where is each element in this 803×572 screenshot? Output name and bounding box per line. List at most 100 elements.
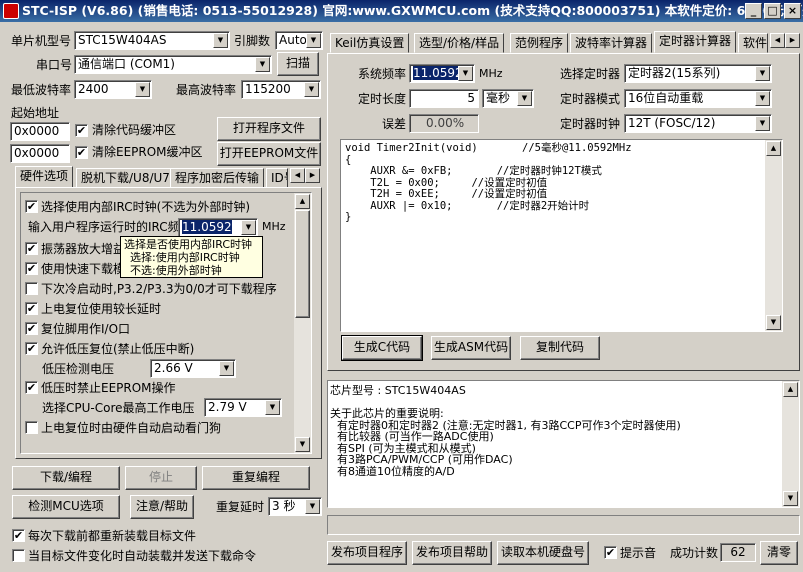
- mcu-type-select[interactable]: STC15W404AS ▼: [74, 31, 230, 50]
- irc-freq-unit: MHz: [262, 220, 286, 233]
- sys-freq-select[interactable]: 11.0592 ▼: [409, 64, 475, 83]
- download-button[interactable]: 下载/编程: [12, 466, 120, 490]
- success-count-label: 成功计数: [670, 546, 719, 560]
- select-timer-select[interactable]: 定时器2(15系列) ▼: [624, 64, 772, 83]
- tab-keil-settings[interactable]: Keil仿真设置: [330, 33, 410, 53]
- cpu-core-select[interactable]: 2.79 V ▼: [204, 398, 282, 417]
- tab-selection-price[interactable]: 选型/价格/样品: [414, 33, 505, 53]
- long-delay-checkbox[interactable]: ✔: [25, 302, 38, 315]
- chevron-down-icon: ▼: [305, 499, 320, 514]
- chevron-down-icon: ▼: [304, 82, 319, 97]
- pin-count-label: 引脚数: [234, 34, 271, 48]
- tab-id[interactable]: ID号: [266, 168, 288, 188]
- tooltip-line-3: 不选:使用外部时钟: [130, 264, 222, 277]
- port-select[interactable]: 通信端口 (COM1) ▼: [74, 55, 272, 74]
- scroll-thumb[interactable]: [295, 210, 310, 318]
- tab-examples[interactable]: 范例程序: [510, 33, 569, 53]
- right-tab-scroll-right-icon[interactable]: ▶: [785, 33, 800, 48]
- repeat-delay-select[interactable]: 3 秒 ▼: [268, 497, 322, 516]
- amp-gain-checkbox[interactable]: ✔: [25, 242, 38, 255]
- start-addr-label: 起始地址: [11, 106, 60, 120]
- scroll-down-icon[interactable]: ▼: [295, 437, 310, 452]
- select-timer-value: 定时器2(15系列): [628, 66, 721, 80]
- watchdog-label: 上电复位时由硬件自动启动看门狗: [41, 421, 222, 435]
- detect-mcu-button[interactable]: 检测MCU选项: [12, 495, 120, 519]
- tab-timer-calculator[interactable]: 定时器计算器: [654, 31, 737, 53]
- irc-freq-select[interactable]: 11.0592 ▼: [178, 218, 258, 237]
- clear-count-button[interactable]: 清零: [760, 541, 798, 565]
- sys-freq-unit: MHz: [479, 67, 503, 80]
- tab-offline-download[interactable]: 脱机下载/U8/U7: [76, 168, 175, 188]
- chevron-down-icon: ▼: [213, 33, 228, 48]
- eeprom-addr-input[interactable]: 0x0000: [10, 144, 70, 163]
- read-disk-button[interactable]: 读取本机硬盘号: [497, 541, 589, 565]
- copy-code-button[interactable]: 复制代码: [520, 336, 600, 360]
- min-baud-select[interactable]: 2400 ▼: [74, 80, 152, 99]
- maximize-button[interactable]: □: [764, 3, 781, 19]
- tab-hardware-options[interactable]: 硬件选项: [15, 166, 74, 188]
- info-scroll-down-icon[interactable]: ▼: [783, 491, 798, 506]
- tab-scroll-left-icon[interactable]: ◀: [290, 168, 305, 183]
- irc-tooltip: 选择是否使用内部IRC时钟 选择:使用内部IRC时钟 不选:使用外部时钟: [120, 236, 263, 278]
- cold-boot-checkbox[interactable]: [25, 282, 38, 295]
- code-scroll-down-icon[interactable]: ▼: [766, 315, 781, 330]
- clear-eeprom-checkbox[interactable]: ✔: [75, 146, 88, 159]
- cold-boot-label: 下次冷启动时,P3.2/P3.3为0/0才可下载程序: [41, 282, 277, 296]
- right-tab-scroll-left-icon[interactable]: ◀: [770, 33, 785, 48]
- use-irc-checkbox[interactable]: ✔: [25, 200, 38, 213]
- reload-checkbox[interactable]: ✔: [12, 529, 25, 542]
- auto-reload-label: 当目标文件变化时自动装载并发送下载命令: [28, 549, 257, 563]
- clear-code-checkbox[interactable]: ✔: [75, 124, 88, 137]
- mcu-type-label: 单片机型号: [11, 34, 72, 48]
- auto-reload-checkbox[interactable]: [12, 549, 25, 562]
- scan-button[interactable]: 扫描: [277, 52, 319, 76]
- generate-asm-button[interactable]: 生成ASM代码: [431, 336, 511, 360]
- code-scrollbar[interactable]: [765, 140, 782, 331]
- code-output[interactable]: void Timer2Init(void) //5毫秒@11.0592MHz {…: [340, 139, 783, 332]
- timer-clock-value: 12T (FOSC/12): [628, 116, 716, 130]
- tab-encrypted-transfer[interactable]: 程序加密后传输: [170, 168, 265, 188]
- info-scroll-up-icon[interactable]: ▲: [783, 382, 798, 397]
- low-volt-detect-select[interactable]: 2.66 V ▼: [150, 359, 236, 378]
- tab-baud-calculator[interactable]: 波特率计算器: [570, 33, 653, 53]
- open-program-button[interactable]: 打开程序文件: [217, 117, 321, 141]
- fast-download-checkbox[interactable]: ✔: [25, 262, 38, 275]
- code-scroll-up-icon[interactable]: ▲: [766, 141, 781, 156]
- chip-info-box: 芯片型号 : STC15W404AS 关于此芯片的重要说明: 有定时器0和定时器…: [327, 380, 800, 508]
- low-volt-detect-value: 2.66 V: [154, 361, 193, 375]
- low-volt-reset-checkbox[interactable]: ✔: [25, 342, 38, 355]
- stop-button[interactable]: 停止: [125, 466, 197, 490]
- pin-count-value: Auto: [279, 33, 307, 47]
- generate-c-button[interactable]: 生成C代码: [341, 335, 423, 361]
- open-eeprom-button[interactable]: 打开EEPROM文件: [217, 142, 321, 166]
- tab-software[interactable]: 软件: [738, 33, 768, 53]
- pin-count-select[interactable]: Auto ▼: [275, 31, 323, 50]
- watchdog-checkbox[interactable]: [25, 421, 38, 434]
- chevron-down-icon: ▼: [306, 33, 321, 48]
- port-label: 串口号: [36, 58, 73, 72]
- timer-length-input[interactable]: 5: [409, 89, 479, 108]
- reprogram-button[interactable]: 重复编程: [202, 466, 310, 490]
- close-button[interactable]: ×: [784, 3, 801, 19]
- timer-unit-select[interactable]: 毫秒 ▼: [482, 89, 534, 108]
- code-text: void Timer2Init(void) //5毫秒@11.0592MHz {…: [345, 142, 632, 223]
- beep-checkbox[interactable]: ✔: [604, 546, 617, 559]
- success-count-value: 62: [720, 543, 756, 562]
- max-baud-select[interactable]: 115200 ▼: [241, 80, 321, 99]
- cpu-core-label: 选择CPU-Core最高工作电压: [42, 401, 195, 415]
- help-button[interactable]: 注意/帮助: [130, 495, 194, 519]
- publish-program-button[interactable]: 发布项目程序: [327, 541, 407, 565]
- reset-io-checkbox[interactable]: ✔: [25, 322, 38, 335]
- timer-mode-value: 16位自动重载: [628, 91, 704, 105]
- low-volt-eeprom-checkbox[interactable]: ✔: [25, 381, 38, 394]
- minimize-button[interactable]: _: [745, 3, 762, 19]
- scroll-up-icon[interactable]: ▲: [295, 194, 310, 209]
- tab-scroll-right-icon[interactable]: ▶: [305, 168, 320, 183]
- tooltip-line-2: 选择:使用内部IRC时钟: [130, 251, 240, 264]
- code-addr-input[interactable]: 0x0000: [10, 122, 70, 141]
- timer-clock-select[interactable]: 12T (FOSC/12) ▼: [624, 114, 772, 133]
- publish-help-button[interactable]: 发布项目帮助: [412, 541, 492, 565]
- info-scrollbar[interactable]: [782, 381, 799, 507]
- timer-mode-select[interactable]: 16位自动重载 ▼: [624, 89, 772, 108]
- sys-freq-label: 系统频率: [358, 67, 407, 81]
